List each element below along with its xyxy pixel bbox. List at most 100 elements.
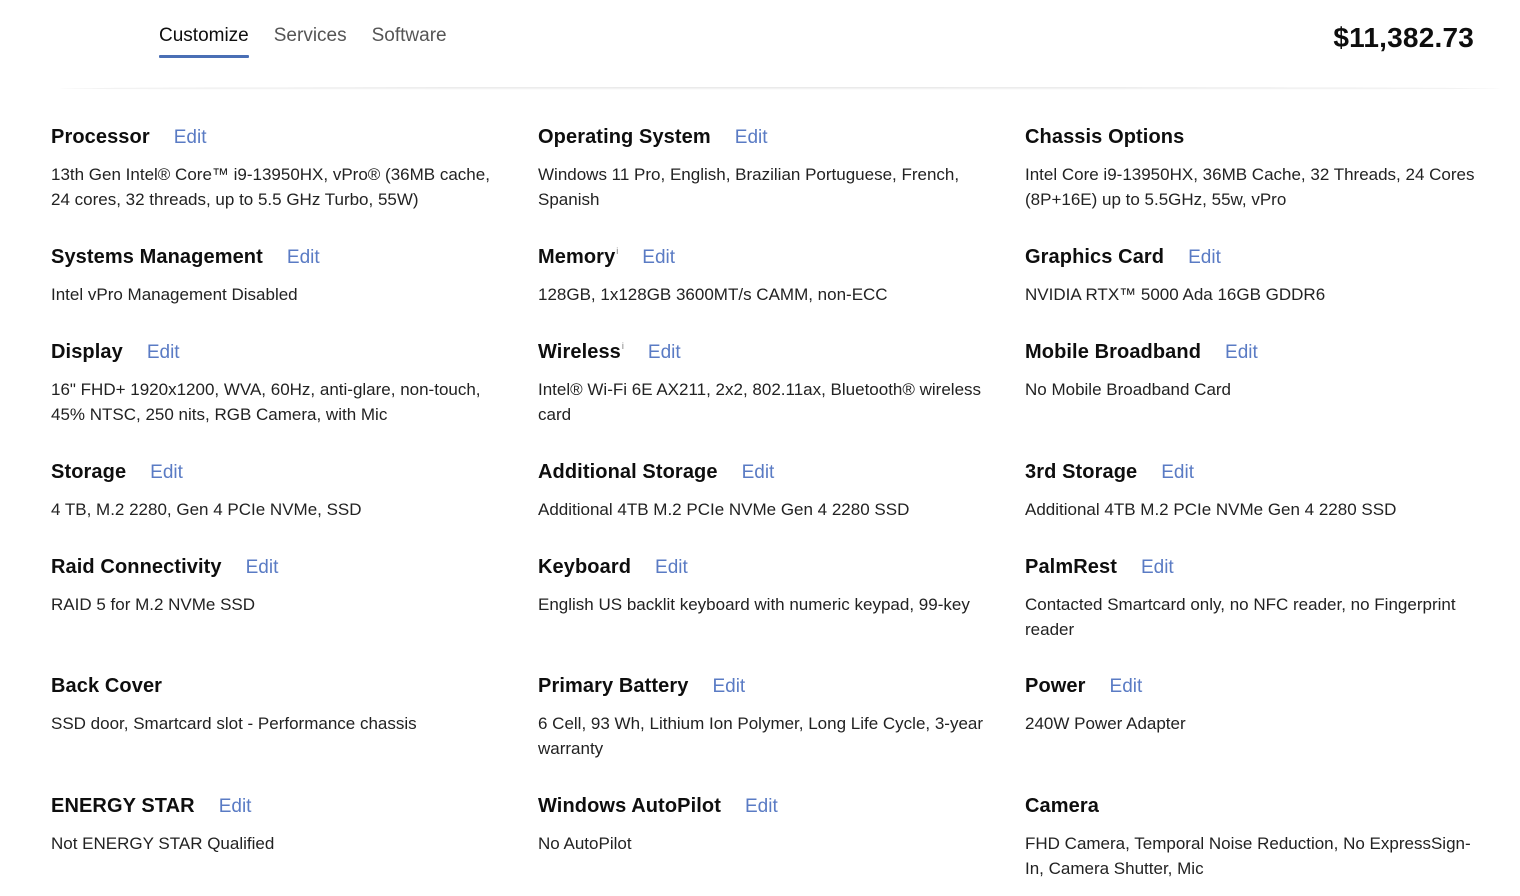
- spec-header: Graphics Card Edit: [1025, 246, 1512, 272]
- header-divider: [60, 87, 1500, 90]
- spec-title: Camera: [1025, 795, 1099, 817]
- spec-header: Windows AutoPilot Edit: [538, 795, 1025, 821]
- spec-cell-chassis-options: Chassis Options Intel Core i9-13950HX, 36…: [1025, 126, 1512, 212]
- spec-header: Memory i Edit: [538, 246, 1025, 272]
- spec-header: Additional Storage Edit: [538, 461, 1025, 487]
- edit-link[interactable]: Edit: [150, 462, 183, 484]
- spec-header: Mobile Broadband Edit: [1025, 341, 1512, 367]
- spec-header: Processor Edit: [51, 126, 538, 152]
- spec-cell-processor: Processor Edit 13th Gen Intel® Core™ i9-13…: [51, 126, 538, 212]
- edit-link[interactable]: Edit: [246, 557, 279, 579]
- spec-value: 128GB, 1x128GB 3600MT/s CAMM, non-ECC: [538, 285, 888, 304]
- spec-value: Intel vPro Management Disabled: [51, 285, 298, 304]
- spec-title: ENERGY STAR: [51, 795, 195, 817]
- tab-services[interactable]: Services: [274, 24, 347, 56]
- spec-title: Graphics Card: [1025, 246, 1165, 268]
- spec-header: PalmRest Edit: [1025, 556, 1512, 582]
- spec-header: Power Edit: [1025, 675, 1512, 701]
- spec-header: Systems Management Edit: [51, 246, 538, 272]
- spec-title: Wireless: [538, 341, 621, 363]
- spec-value: 240W Power Adapter: [1025, 714, 1186, 733]
- spec-header: Operating System Edit: [538, 126, 1025, 152]
- spec-header: Display Edit: [51, 341, 538, 367]
- spec-title: Display: [51, 341, 123, 363]
- spec-title: Raid Connectivity: [51, 556, 222, 578]
- edit-link[interactable]: Edit: [655, 557, 688, 579]
- spec-cell-primary-battery: Primary Battery Edit 6 Cell, 93 Wh, Lithiu…: [538, 675, 1025, 761]
- spec-value: Intel Core i9-13950HX, 36MB Cache, 32 Th…: [1025, 165, 1475, 209]
- spec-value: Intel® Wi-Fi 6E AX211, 2x2, 802.11ax, Bl…: [538, 380, 982, 424]
- spec-header: Keyboard Edit: [538, 556, 1025, 582]
- spec-cell-windows-autopilot: Windows AutoPilot Edit No AutoPilot: [538, 795, 1025, 856]
- spec-value: 16" FHD+ 1920x1200, WVA, 60Hz, anti-glar…: [51, 380, 481, 424]
- spec-header: 3rd Storage Edit: [1025, 461, 1512, 487]
- spec-cell-power: Power Edit 240W Power Adapter: [1025, 675, 1512, 736]
- edit-link[interactable]: Edit: [1110, 676, 1143, 698]
- tab-software[interactable]: Software: [372, 24, 447, 56]
- spec-value: 13th Gen Intel® Core™ i9-13950HX, vPro® …: [51, 165, 490, 209]
- edit-link[interactable]: Edit: [1161, 462, 1194, 484]
- spec-value: English US backlit keyboard with numeric…: [538, 595, 970, 614]
- spec-cell-display: Display Edit 16" FHD+ 1920x1200, WVA, 60Hz…: [51, 341, 538, 427]
- spec-header: ENERGY STAR Edit: [51, 795, 538, 821]
- edit-link[interactable]: Edit: [1225, 342, 1258, 364]
- spec-value: Not ENERGY STAR Qualified: [51, 834, 275, 853]
- spec-title: Power: [1025, 675, 1086, 697]
- spec-cell-energy-star: ENERGY STAR Edit Not ENERGY STAR Qualified: [51, 795, 538, 856]
- spec-header: Raid Connectivity Edit: [51, 556, 538, 582]
- spec-cell-wireless: Wireless i Edit Intel® Wi-Fi 6E AX211, 2x2,…: [538, 341, 1025, 427]
- spec-value: Additional 4TB M.2 PCIe NVMe Gen 4 2280 …: [538, 500, 910, 519]
- spec-title: Processor: [51, 126, 150, 148]
- edit-link[interactable]: Edit: [174, 127, 207, 149]
- spec-header: Wireless i Edit: [538, 341, 1025, 367]
- spec-title: Primary Battery: [538, 675, 689, 697]
- edit-link[interactable]: Edit: [648, 342, 681, 364]
- spec-header: Chassis Options: [1025, 126, 1512, 152]
- spec-title: Keyboard: [538, 556, 632, 578]
- spec-cell-palmrest: PalmRest Edit Contacted Smartcard only, no…: [1025, 556, 1512, 642]
- edit-link[interactable]: Edit: [1141, 557, 1174, 579]
- spec-value: FHD Camera, Temporal Noise Reduction, No…: [1025, 834, 1471, 878]
- edit-link[interactable]: Edit: [219, 796, 252, 818]
- edit-link[interactable]: Edit: [742, 462, 775, 484]
- info-icon[interactable]: i: [622, 341, 624, 351]
- spec-value: 6 Cell, 93 Wh, Lithium Ion Polymer, Long…: [538, 714, 984, 758]
- spec-cell-raid-connectivity: Raid Connectivity Edit RAID 5 for M.2 NVMe…: [51, 556, 538, 617]
- spec-title: Operating System: [538, 126, 711, 148]
- edit-link[interactable]: Edit: [735, 127, 768, 149]
- spec-title: Storage: [51, 461, 127, 483]
- edit-link[interactable]: Edit: [147, 342, 180, 364]
- spec-title: 3rd Storage: [1025, 461, 1138, 483]
- spec-cell-camera: Camera FHD Camera, Temporal Noise Reducti…: [1025, 795, 1512, 881]
- spec-title: Back Cover: [51, 675, 163, 697]
- info-icon[interactable]: i: [616, 246, 618, 256]
- spec-title: Chassis Options: [1025, 126, 1185, 148]
- spec-value: RAID 5 for M.2 NVMe SSD: [51, 595, 256, 614]
- spec-value: Windows 11 Pro, English, Brazilian Portu…: [538, 165, 960, 209]
- spec-cell-graphics-card: Graphics Card Edit NVIDIA RTX™ 5000 Ada 16…: [1025, 246, 1512, 307]
- config-tabs: Customize Services Software: [159, 24, 472, 58]
- edit-link[interactable]: Edit: [287, 247, 320, 269]
- edit-link[interactable]: Edit: [745, 796, 778, 818]
- spec-value: Additional 4TB M.2 PCIe NVMe Gen 4 2280 …: [1025, 500, 1397, 519]
- spec-cell-back-cover: Back Cover SSD door, Smartcard slot - Per…: [51, 675, 538, 736]
- spec-value: SSD door, Smartcard slot - Performance c…: [51, 714, 417, 733]
- edit-link[interactable]: Edit: [642, 247, 675, 269]
- spec-value: No Mobile Broadband Card: [1025, 380, 1232, 399]
- spec-cell-3rd-storage: 3rd Storage Edit Additional 4TB M.2 PCIe N…: [1025, 461, 1512, 522]
- spec-value: NVIDIA RTX™ 5000 Ada 16GB GDDR6: [1025, 285, 1326, 304]
- spec-cell-additional-storage: Additional Storage Edit Additional 4TB M.2…: [538, 461, 1025, 522]
- spec-value: Contacted Smartcard only, no NFC reader,…: [1025, 595, 1456, 639]
- edit-link[interactable]: Edit: [1188, 247, 1221, 269]
- spec-value: 4 TB, M.2 2280, Gen 4 PCIe NVMe, SSD: [51, 500, 362, 519]
- spec-cell-keyboard: Keyboard Edit English US backlit keyboard …: [538, 556, 1025, 617]
- tab-customize[interactable]: Customize: [159, 24, 249, 58]
- spec-cell-operating-system: Operating System Edit Windows 11 Pro, Engl…: [538, 126, 1025, 212]
- spec-title: PalmRest: [1025, 556, 1117, 578]
- spec-cell-mobile-broadband: Mobile Broadband Edit No Mobile Broadband …: [1025, 341, 1512, 402]
- top-bar: Customize Services Software $11,382.73: [0, 0, 1520, 90]
- spec-header: Back Cover: [51, 675, 538, 701]
- edit-link[interactable]: Edit: [712, 676, 745, 698]
- spec-value: No AutoPilot: [538, 834, 632, 853]
- spec-title: Memory: [538, 246, 616, 268]
